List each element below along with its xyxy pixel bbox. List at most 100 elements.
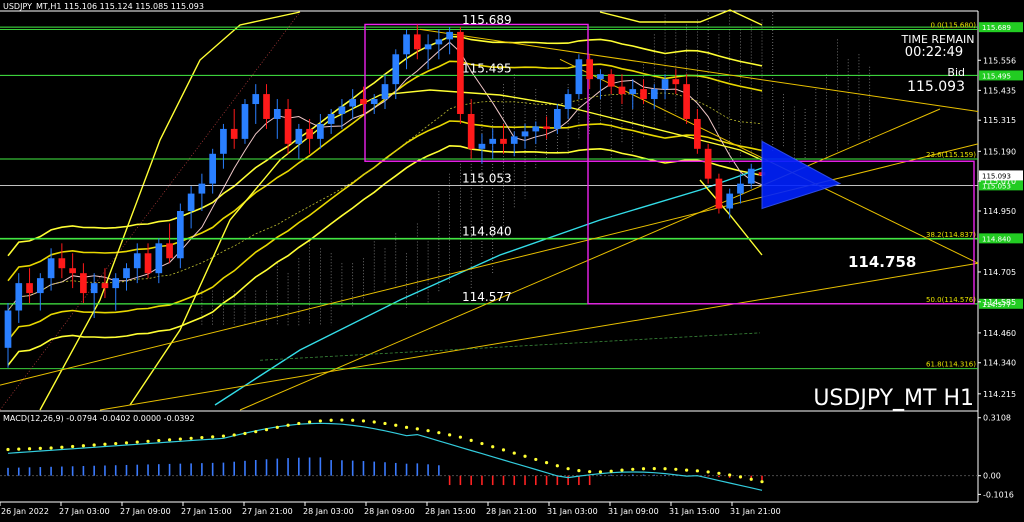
candle-body (263, 94, 270, 119)
candle-body (554, 109, 561, 129)
candle-body (155, 243, 163, 274)
level-label: 115.495 (462, 61, 512, 75)
macd-signal-dot (566, 467, 570, 471)
macd-tick-label: -0.1016 (983, 490, 1014, 499)
candle-body (672, 79, 680, 85)
macd-signal-dot (631, 467, 635, 471)
macd-signal-dot (534, 457, 538, 462)
candle-body (532, 126, 540, 132)
time-tick-label: 27 Jan 09:00 (120, 507, 171, 516)
time-tick-label: 28 Jan 21:00 (486, 507, 537, 516)
candle-body (629, 89, 637, 95)
macd-signal-dot (351, 418, 355, 422)
candle-body (284, 109, 292, 144)
macd-signal-dot (49, 446, 53, 450)
candle-body (500, 138, 507, 144)
candle-body (607, 74, 615, 87)
candle-body (166, 243, 173, 259)
macd-signal-dot (6, 447, 10, 452)
bid-label: Bid (947, 66, 965, 79)
level-axis-text: 115.689 (982, 24, 1011, 32)
price-tick-label: 115.556 (983, 56, 1016, 65)
macd-signal-dot (178, 437, 182, 441)
fib-label: 38.2(114.837) (926, 231, 976, 239)
macd-signal-dot (749, 477, 753, 481)
candle-body (187, 193, 195, 211)
price-tick-label: 114.215 (983, 390, 1016, 399)
time-tick-label: 26 Jan 2022 (1, 507, 49, 516)
macd-signal-dot (544, 461, 549, 465)
candle-body (26, 283, 33, 294)
macd-signal-dot (60, 445, 64, 449)
macd-signal-dot (103, 442, 107, 446)
candle-body (360, 99, 367, 105)
candle-body (510, 136, 518, 144)
candle-body (58, 258, 66, 269)
candle-body (640, 89, 647, 100)
price-tick-label: 114.585 (983, 298, 1016, 307)
candle-body (489, 138, 497, 144)
macd-signal-dot (609, 469, 613, 473)
macd-signal-dot (27, 447, 32, 451)
chart-canvas[interactable]: 115.689 115.495 115.053 114.840 114.577 0.0(1… (0, 0, 1024, 522)
time-tick-label: 31 Jan 09:00 (608, 507, 659, 516)
macd-signal-dot (146, 439, 150, 443)
macd-signal-dot (501, 448, 506, 452)
macd-signal-dot (200, 435, 204, 440)
candle-body (747, 168, 755, 184)
time-remain-value: 00:22:49 (905, 45, 963, 60)
macd-signal-dot (512, 451, 516, 455)
macd-signal-dot (167, 438, 172, 442)
candle-body (435, 39, 443, 45)
candle-body (683, 84, 690, 119)
macd-signal-dot (81, 444, 85, 448)
candle-body (90, 283, 98, 294)
macd-signal-dot (491, 445, 495, 449)
candle-body (597, 74, 604, 80)
candle-body (4, 310, 12, 348)
macd-signal-dot (232, 433, 236, 437)
macd-signal-dot (523, 454, 527, 458)
candle-body (80, 273, 87, 294)
macd-signal-dot (394, 423, 398, 427)
macd-signal-dot (189, 436, 193, 440)
macd-signal-dot (760, 480, 764, 484)
time-tick-label: 28 Jan 03:00 (303, 507, 354, 516)
candle-body (220, 128, 227, 154)
macd-signal-dot (620, 468, 624, 472)
macd-signal-dot (577, 469, 581, 473)
candle-body (273, 109, 281, 119)
price-tick-label: 115.315 (983, 116, 1016, 125)
candle-body (618, 86, 626, 95)
level-label: 115.689 (462, 13, 512, 27)
candle-body (392, 54, 400, 85)
macd-signal-dot (674, 467, 678, 471)
macd-signal-dot (221, 434, 226, 438)
macd-signal-dot (695, 469, 699, 473)
macd-signal-dot (480, 441, 484, 446)
price-tick-label: 114.340 (983, 359, 1016, 368)
candle-body (694, 118, 701, 149)
level-axis-text: 115.495 (982, 72, 1011, 80)
macd-signal-dot (124, 441, 129, 445)
macd-signal-dot (738, 475, 743, 479)
price-tick-label: 114.460 (983, 329, 1016, 338)
price-tick-label: 114.705 (983, 268, 1016, 277)
level-label: 115.053 (462, 171, 512, 185)
fib-label: 0.0(115.680) (930, 21, 976, 29)
macd-signal-dot (329, 418, 333, 422)
candle-body (112, 278, 120, 289)
macd-signal-dot (663, 467, 667, 471)
price-tick-label: 115.435 (983, 86, 1016, 95)
macd-signal-dot (652, 466, 656, 471)
candle-body (381, 84, 389, 100)
macd-signal-dot (243, 431, 247, 436)
macd-signal-dot (308, 420, 312, 424)
price-tick-label: 115.190 (983, 147, 1016, 156)
macd-label: MACD(12,26,9) -0.0794 -0.0402 0.0000 -0.… (3, 414, 195, 423)
current-price-text: 115.093 (982, 172, 1011, 180)
candle-body (36, 278, 44, 294)
macd-signal-dot (706, 470, 710, 474)
level-label: 114.840 (462, 224, 512, 238)
macd-signal-dot (297, 421, 301, 426)
